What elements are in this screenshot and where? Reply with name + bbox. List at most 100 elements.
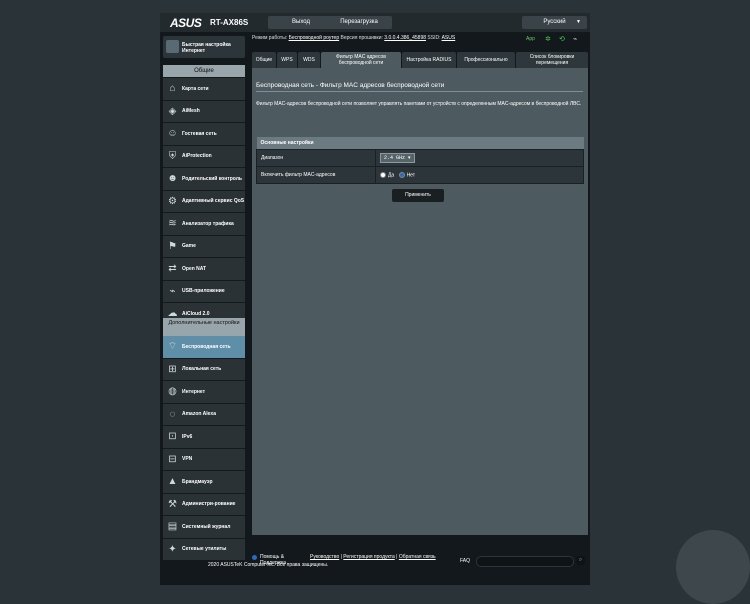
feedback-link[interactable]: Обратная связь (399, 554, 436, 560)
language-label: Русский (543, 19, 566, 25)
sidebar-item-label: Родительский контроль (182, 175, 242, 182)
chevron-down-icon: ▼ (576, 19, 581, 25)
sidebar-item-traffic[interactable]: ≋ Анализатор трафика (163, 213, 245, 236)
search-icon[interactable]: ⌕ (576, 556, 585, 565)
sidebar-item-lan[interactable]: ⊞ Локальная сеть (163, 358, 245, 381)
game-icon: ⚑ (168, 240, 177, 252)
aimesh-icon: ◈ (168, 105, 177, 117)
usb-status-icon[interactable]: ⌁ (573, 35, 577, 43)
traffic-icon: ≋ (168, 218, 177, 229)
shield-icon: ⛨ (168, 150, 177, 162)
sidebar-item-vpn[interactable]: ⊟ VPN (163, 448, 245, 471)
faq-search-input[interactable] (476, 556, 574, 567)
network-map-icon: ⌂ (169, 83, 176, 94)
tab-5[interactable]: Профессионально (457, 52, 515, 68)
sidebar-item-label: Системный журнал (182, 523, 231, 530)
sidebar-item-globe[interactable]: ◍ Интернет (163, 381, 245, 404)
sidebar-item-label: Гостевая сеть (182, 130, 217, 137)
qos-icon: ⚙ (168, 195, 177, 207)
general-menu: ⌂ Карта сети ◈ AiMesh ☺ Гостевая сеть ⛨ AiProte… (163, 78, 245, 326)
sidebar-item-wireless[interactable]: ⌔ Беспроводная сеть (163, 336, 245, 359)
footer-links: Руководство | Регистрация продукта | Обр… (310, 554, 436, 560)
sidebar-item-label: Open NAT (182, 265, 207, 272)
admin-icon: ⚒ (168, 498, 177, 510)
wifi-status-icon[interactable]: ✲ (545, 35, 551, 43)
sidebar-item-guest[interactable]: ☺ Гостевая сеть (163, 123, 245, 146)
sidebar-item-label: Сетевые утилиты (182, 546, 227, 553)
vpn-icon: ⊟ (168, 453, 177, 465)
usb-icon: ⌁ (169, 285, 176, 297)
tab-0[interactable]: Общие (252, 52, 276, 68)
tab-3[interactable]: Фильтр MAC адресов беспроводной сети (321, 52, 401, 68)
apply-button[interactable]: Применить (392, 189, 444, 202)
sidebar-item-shield[interactable]: ⛨ AiProtection (163, 145, 245, 168)
band-select[interactable]: 2.4 GHz ▾ (380, 153, 415, 163)
content-panel: Беспроводная сеть - Фильтр MAC адресов б… (252, 68, 588, 535)
sidebar-item-firewall[interactable]: ▲ Брандмауэр (163, 471, 245, 494)
globe-icon: ◍ (168, 386, 177, 397)
sidebar-item-admin[interactable]: ⚒ Администри-рование (163, 493, 245, 516)
settings-table: Основные настройки Диапазон 2.4 GHz ▾ Вк… (256, 137, 584, 184)
advanced-menu: ⌔ Беспроводная сеть ⊞ Локальная сеть ◍ Интерн… (163, 336, 245, 561)
sidebar-item-label: Локальная сеть (182, 366, 222, 373)
quick-setup-icon (166, 40, 179, 53)
asus-logo: ASUS (170, 16, 202, 30)
mode-link[interactable]: Беспроводной роутер (289, 35, 340, 41)
sidebar-item-label: Интернет (182, 388, 206, 395)
sidebar-item-aimesh[interactable]: ◈ AiMesh (163, 100, 245, 123)
mode-label: Режим работы: (252, 35, 288, 41)
sidebar-item-qos[interactable]: ⚙ Адаптивный сервис QoS (163, 190, 245, 213)
band-value: 2.4 GHz (384, 155, 406, 161)
copyright: 2020 ASUSTeK Computer Inc. Все права защ… (208, 562, 329, 568)
filter-label: Включить фильтр MAC-адресов (256, 166, 376, 184)
tab-4[interactable]: Настройка RADIUS (402, 52, 456, 68)
router-admin-frame: ASUS RT-AX86S Выход Перезагрузка Русский… (160, 13, 590, 585)
sidebar-item-label: Брандмауэр (182, 478, 213, 485)
logout-button[interactable]: Выход (268, 16, 334, 29)
fw-link[interactable]: 3.0.0.4.386_45898 (384, 35, 426, 41)
language-select[interactable]: Русский ▼ (522, 16, 587, 29)
register-link[interactable]: Регистрация продукта (343, 554, 394, 560)
alexa-icon: ◌ (169, 408, 176, 420)
sidebar-item-network-map[interactable]: ⌂ Карта сети (163, 78, 245, 101)
sidebar-item-usb[interactable]: ⌁ USB-приложение (163, 280, 245, 303)
section-header: Основные настройки (256, 137, 584, 150)
radio-no[interactable] (398, 171, 405, 178)
log-icon: ▤ (167, 521, 178, 532)
sidebar-item-ipv6[interactable]: ⊡ IPv6 (163, 426, 245, 449)
sidebar-item-label: AiProtection (182, 153, 212, 160)
sidebar-item-label: VPN (182, 456, 193, 463)
sidebar-item-alexa[interactable]: ◌ Amazon Alexa (163, 403, 245, 426)
model-name: RT-AX86S (210, 18, 249, 27)
sidebar-item-game[interactable]: ⚑ Game (163, 235, 245, 258)
sidebar-item-nat[interactable]: ⇄ Open NAT (163, 258, 245, 281)
sidebar-item-log[interactable]: ▤ Системный журнал (163, 516, 245, 539)
wireless-icon: ⌔ (167, 341, 178, 352)
sidebar-item-label: IPv6 (182, 433, 193, 440)
network-status-icon[interactable]: ⟲ (559, 35, 565, 43)
app-link[interactable]: App (526, 36, 535, 42)
description: Фильтр MAC-адресов беспроводной сети поз… (256, 101, 582, 107)
sidebar-item-label: USB-приложение (182, 288, 225, 295)
firewall-icon: ▲ (167, 476, 178, 487)
tab-1[interactable]: WPS (277, 52, 297, 68)
sidebar-item-tools[interactable]: ✦ Сетевые утилиты (163, 538, 245, 561)
no-label: Нет (406, 172, 416, 179)
yes-label: Да (388, 172, 395, 179)
help-icon (252, 555, 257, 560)
reboot-button[interactable]: Перезагрузка (326, 16, 392, 29)
sidebar-item-label: AiCloud 2.0 (182, 310, 210, 317)
parental-icon: ☻ (167, 173, 178, 184)
radio-yes[interactable] (380, 171, 386, 178)
manual-link[interactable]: Руководство (310, 554, 339, 560)
tab-6[interactable]: Список блокировки перемещения (516, 52, 588, 68)
quick-setup-button[interactable]: Быстрая настройка Интернет (163, 36, 245, 58)
sidebar-item-parental[interactable]: ☻ Родительский контроль (163, 168, 245, 191)
sidebar-item-label: Карта сети (182, 85, 209, 92)
tab-2[interactable]: WDS (298, 52, 320, 68)
fw-label: Версия прошивки: (340, 35, 383, 41)
ipv6-icon: ⊡ (168, 431, 177, 442)
ssid-link[interactable]: ASUS (442, 35, 456, 41)
general-section-title: Общие (163, 65, 245, 77)
sidebar-item-label: Беспроводная сеть (182, 343, 231, 350)
